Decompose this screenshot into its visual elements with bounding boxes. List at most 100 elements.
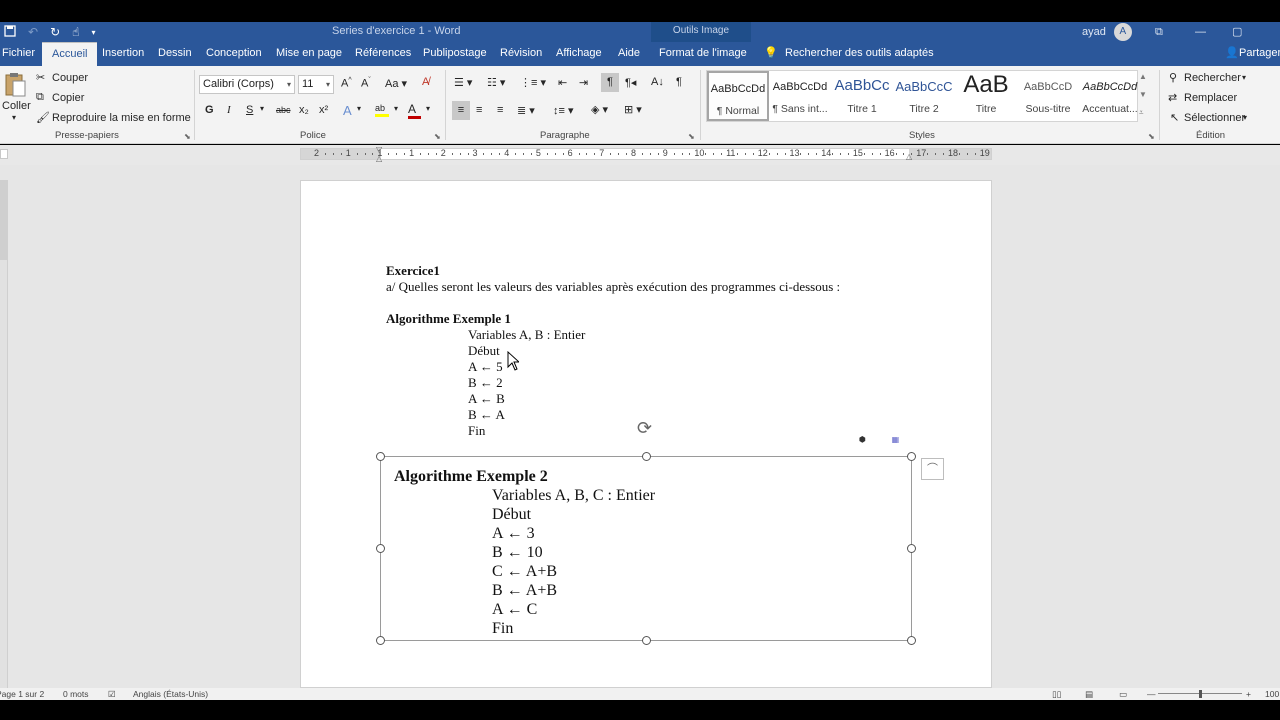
italic-button[interactable]: I xyxy=(227,104,231,116)
algo1-line[interactable]: B ← A xyxy=(468,407,505,423)
style-subtitle[interactable]: AaBbCcD Sous-titre xyxy=(1017,71,1079,121)
cut-button[interactable]: Couper xyxy=(52,72,88,84)
minimize-icon[interactable]: — xyxy=(1195,22,1206,42)
paragraph-launcher-icon[interactable]: ⬊ xyxy=(688,132,695,141)
sort-icon[interactable]: A↓ xyxy=(651,76,664,88)
justify-icon[interactable]: ≣ ▾ xyxy=(517,104,535,117)
user-account[interactable]: ayad A xyxy=(1082,22,1132,42)
multilevel-list-icon[interactable]: ⋮≡ ▾ xyxy=(520,76,546,89)
align-center-icon[interactable]: ≡ xyxy=(476,104,482,116)
replace-button[interactable]: Remplacer xyxy=(1184,92,1237,104)
style-title[interactable]: AaB Titre xyxy=(955,71,1017,121)
bold-button[interactable]: G xyxy=(205,104,214,116)
resize-handle-nw[interactable] xyxy=(376,452,385,461)
styles-more-icon[interactable]: ⩡ xyxy=(1139,108,1144,118)
ribbon-display-icon[interactable]: ⧉ xyxy=(1155,22,1163,42)
cut-icon[interactable]: ✂ xyxy=(36,71,45,84)
page-count[interactable]: Page 1 sur 2 xyxy=(0,689,44,699)
paste-icon[interactable] xyxy=(4,72,26,101)
shrink-font-icon[interactable]: Aˇ xyxy=(361,77,371,90)
algo1-line[interactable]: Variables A, B : Entier xyxy=(468,327,585,343)
ltr-paragraph-icon[interactable]: ¶ xyxy=(601,73,619,92)
resize-handle-ne[interactable] xyxy=(907,452,916,461)
decrease-indent-icon[interactable]: ⇤ xyxy=(558,76,567,89)
align-right-icon[interactable]: ≡ xyxy=(497,104,503,116)
format-painter-icon[interactable]: 🖌 xyxy=(36,111,50,124)
style-heading-1[interactable]: AaBbCc Titre 1 xyxy=(831,71,893,121)
copy-button[interactable]: Copier xyxy=(52,92,84,104)
highlight-dropdown-icon[interactable]: ▾ xyxy=(394,104,398,113)
tab-mise-en-page[interactable]: Mise en page xyxy=(276,42,342,66)
tab-revision[interactable]: Révision xyxy=(500,42,542,66)
tab-conception[interactable]: Conception xyxy=(206,42,262,66)
style-emphasis[interactable]: AaBbCcDd Accentuat... xyxy=(1079,71,1141,121)
touch-mode-icon[interactable]: ☝ xyxy=(72,25,79,39)
vertical-ruler[interactable] xyxy=(0,180,8,688)
font-color-dropdown-icon[interactable]: ▾ xyxy=(426,104,430,113)
teams-icon[interactable]: ▦ xyxy=(892,435,900,444)
selected-picture[interactable]: Algorithme Exemple 2 Variables A, B, C :… xyxy=(380,456,912,641)
web-layout-icon[interactable]: ▭ xyxy=(1119,689,1127,700)
algo1-title[interactable]: Algorithme Exemple 1 xyxy=(386,311,511,327)
tab-dessin[interactable]: Dessin xyxy=(158,42,192,66)
resize-handle-n[interactable] xyxy=(642,452,651,461)
find-button[interactable]: Rechercher xyxy=(1184,72,1241,84)
search-icon[interactable]: ⚲ xyxy=(1169,71,1177,84)
numbering-icon[interactable]: ☷ ▾ xyxy=(487,76,505,89)
share-button[interactable]: Partager xyxy=(1239,42,1280,66)
clipboard-launcher-icon[interactable]: ⬊ xyxy=(184,132,191,141)
tab-aide[interactable]: Aide xyxy=(618,42,640,66)
font-name-box[interactable]: Calibri (Corps) ▾ xyxy=(199,75,295,94)
rtl-paragraph-icon[interactable]: ¶◂ xyxy=(625,76,636,89)
tab-references[interactable]: Références xyxy=(355,42,411,66)
algo1-line[interactable]: A ← 5 xyxy=(468,359,503,375)
proofing-icon[interactable]: ☑ xyxy=(108,689,116,700)
font-color-icon[interactable]: A xyxy=(408,102,421,119)
resize-handle-e[interactable] xyxy=(907,544,916,553)
undo-icon[interactable]: ↶ xyxy=(28,25,38,39)
exercise-title[interactable]: Exercice1 xyxy=(386,263,440,279)
style-no-spacing[interactable]: AaBbCcDd ¶ Sans int... xyxy=(769,71,831,121)
change-case-icon[interactable]: Aa ▾ xyxy=(385,77,407,90)
strikethrough-button[interactable]: abc xyxy=(276,105,291,115)
customize-qat-icon[interactable]: ▾ xyxy=(91,28,95,37)
format-painter-button[interactable]: Reproduire la mise en forme xyxy=(52,112,191,124)
maximize-icon[interactable]: ▢ xyxy=(1232,22,1242,42)
superscript-button[interactable]: x² xyxy=(319,104,328,116)
select-button[interactable]: Sélectionner xyxy=(1184,112,1245,124)
algo1-line[interactable]: Fin xyxy=(468,423,485,439)
line-spacing-icon[interactable]: ↕≡ ▾ xyxy=(553,104,574,117)
underline-button[interactable]: S xyxy=(246,104,253,116)
first-line-indent-marker[interactable]: ▽ xyxy=(376,145,382,154)
algo1-line[interactable]: A ← B xyxy=(468,391,505,407)
align-left-icon[interactable]: ≡ xyxy=(452,101,470,120)
increase-indent-icon[interactable]: ⇥ xyxy=(579,76,588,89)
grow-font-icon[interactable]: A^ xyxy=(341,77,352,90)
styles-scroll-up-icon[interactable]: ▲ xyxy=(1139,72,1147,81)
zoom-level[interactable]: 100 xyxy=(1265,689,1279,699)
show-marks-icon[interactable]: ¶ xyxy=(676,76,682,88)
text-effects-icon[interactable]: A xyxy=(343,103,352,118)
rotate-handle-icon[interactable]: ⟳ xyxy=(637,418,652,439)
paste-dropdown-icon[interactable]: ▾ xyxy=(12,113,16,122)
select-icon[interactable]: ↖ xyxy=(1170,111,1179,124)
save-icon[interactable] xyxy=(4,24,16,40)
avatar[interactable]: A xyxy=(1113,23,1132,41)
algo1-line[interactable]: Début xyxy=(468,343,500,359)
copy-icon[interactable]: ⧉ xyxy=(36,91,44,104)
styles-launcher-icon[interactable]: ⬊ xyxy=(1148,132,1155,141)
dot-icon[interactable]: ⬢ xyxy=(859,435,866,444)
layout-options-icon[interactable]: ⌒ xyxy=(921,458,944,480)
tab-affichage[interactable]: Affichage xyxy=(556,42,602,66)
resize-handle-s[interactable] xyxy=(642,636,651,645)
algo1-line[interactable]: B ← 2 xyxy=(468,375,503,391)
right-indent-marker[interactable]: △ xyxy=(906,152,912,161)
hanging-indent-marker[interactable]: △ xyxy=(376,154,382,163)
font-size-box[interactable]: 11 ▾ xyxy=(298,75,334,94)
resize-handle-w[interactable] xyxy=(376,544,385,553)
replace-icon[interactable]: ⇄ xyxy=(1168,91,1177,104)
tab-selector[interactable] xyxy=(0,149,8,159)
style-normal[interactable]: AaBbCcDd ¶ Normal xyxy=(707,71,769,121)
tab-insertion[interactable]: Insertion xyxy=(102,42,144,66)
resize-handle-se[interactable] xyxy=(907,636,916,645)
